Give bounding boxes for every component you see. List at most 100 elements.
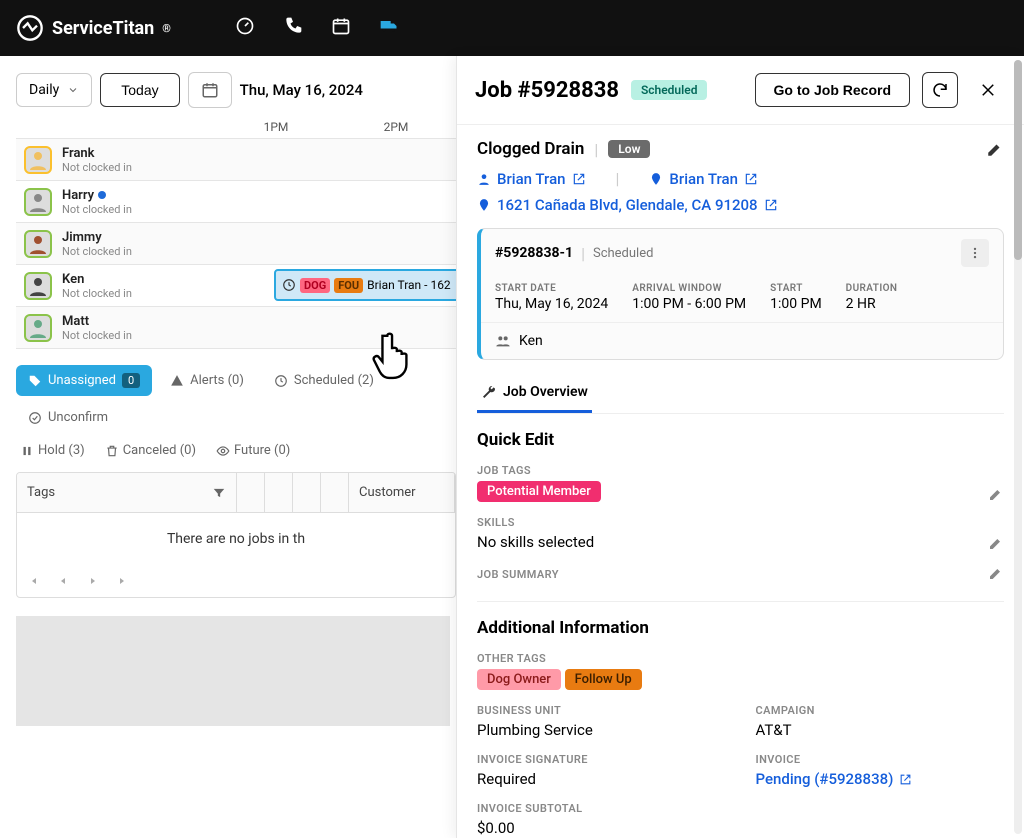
th-col[interactable] (321, 473, 349, 512)
page-prev-icon[interactable] (57, 575, 69, 587)
pause-icon (20, 444, 34, 458)
page-first-icon[interactable] (27, 575, 39, 587)
th-col[interactable] (237, 473, 265, 512)
external-link-icon (744, 172, 758, 186)
eye-icon (216, 444, 230, 458)
additional-info-title: Additional Information (477, 618, 1004, 638)
wrench-icon (481, 384, 497, 400)
calendar-icon (201, 81, 219, 99)
tech-row: JimmyNot clocked in (16, 223, 456, 265)
avatar (24, 230, 52, 258)
pin-icon (649, 172, 663, 186)
status-badge: Scheduled (631, 80, 708, 100)
close-button[interactable] (970, 72, 1006, 108)
pencil-icon[interactable] (986, 140, 1004, 158)
logo: ServiceTitan® (16, 14, 171, 42)
pencil-icon[interactable] (988, 565, 1004, 581)
tech-row: HarryNot clocked in (16, 181, 456, 223)
address-link[interactable]: 1621 Cañada Blvd, Glendale, CA 91208 (477, 196, 1004, 214)
people-icon (495, 333, 511, 349)
clock-icon (274, 374, 288, 388)
technician-rows: FrankNot clocked in HarryNot clocked in … (16, 138, 456, 349)
alert-icon (170, 374, 184, 388)
page-next-icon[interactable] (87, 575, 99, 587)
date-picker[interactable] (188, 72, 232, 108)
chevron-down-icon (67, 84, 79, 96)
job-panel: Job #5928838 Scheduled Go to Job Record … (456, 56, 1024, 838)
tag-potential-member: Potential Member (477, 481, 601, 502)
filter-alerts[interactable]: Alerts (0) (158, 365, 256, 396)
location-link[interactable]: Brian Tran (649, 169, 758, 188)
schedule-card: #5928838-1 | Scheduled START DATEThu, Ma… (477, 228, 1004, 360)
pencil-icon[interactable] (988, 486, 1004, 502)
tag-follow-up: Follow Up (565, 669, 642, 690)
today-button[interactable]: Today (100, 73, 179, 107)
avatar (24, 314, 52, 342)
avatar (24, 146, 52, 174)
tag-icon (28, 374, 42, 388)
status-dot (98, 191, 106, 199)
tab-overview[interactable]: Job Overview (477, 374, 592, 413)
dots-vertical-icon (968, 246, 982, 260)
th-col[interactable] (265, 473, 293, 512)
th-col[interactable] (293, 473, 321, 512)
table-empty: There are no jobs in th (17, 513, 455, 565)
view-select[interactable]: Daily (16, 73, 92, 107)
subfilter-row: Hold (3) Canceled (0) Future (0) (16, 443, 456, 458)
filter-hold[interactable]: Hold (3) (20, 443, 85, 458)
filter-scheduled[interactable]: Scheduled (2) (262, 365, 386, 396)
ad-placeholder (16, 616, 450, 726)
truck-icon[interactable] (379, 16, 399, 40)
tag-dog-owner: Dog Owner (477, 669, 561, 690)
trash-icon (105, 444, 119, 458)
panel-scrollbar[interactable] (1014, 60, 1022, 834)
person-icon (477, 172, 491, 186)
external-link-icon (899, 773, 912, 786)
pencil-icon[interactable] (988, 535, 1004, 551)
chip-fou: FOU (334, 278, 363, 293)
tech-row: KenNot clocked in DOG FOU Brian Tran - 1… (16, 265, 456, 307)
pager (17, 565, 455, 597)
page-last-icon[interactable] (117, 575, 129, 587)
chip-dog: DOG (300, 278, 330, 293)
avatar (24, 272, 52, 300)
assignee-row: Ken (481, 322, 1003, 359)
go-to-record-button[interactable]: Go to Job Record (755, 73, 910, 107)
panel-title: Job #5928838 (475, 78, 619, 103)
calendar-icon[interactable] (331, 16, 351, 40)
appointment-menu[interactable] (961, 239, 989, 267)
filter-canceled[interactable]: Canceled (0) (105, 443, 196, 458)
job-type: Clogged Drain (477, 139, 584, 159)
check-circle-icon (28, 411, 42, 425)
schedule-area: Daily Today Thu, May 16, 2024 1PM 2PM Fr… (0, 56, 456, 838)
filter-unassigned[interactable]: Unassigned 0 (16, 365, 152, 396)
pin-icon (477, 198, 491, 212)
topbar: ServiceTitan® (0, 0, 1024, 56)
filter-icon (212, 486, 226, 500)
phone-icon[interactable] (283, 16, 303, 40)
gauge-icon[interactable] (235, 16, 255, 40)
jobs-table: Tags Customer There are no jobs in th (16, 472, 456, 598)
th-customer[interactable]: Customer (349, 473, 455, 512)
refresh-button[interactable] (922, 72, 958, 108)
appointment-id: #5928838-1 (495, 245, 573, 261)
clock-icon (282, 278, 296, 292)
external-link-icon (764, 198, 778, 212)
invoice-link[interactable]: Pending (#5928838) (756, 770, 913, 788)
quick-edit-title: Quick Edit (477, 430, 1004, 450)
refresh-icon (931, 81, 949, 99)
panel-header: Job #5928838 Scheduled Go to Job Record (457, 56, 1024, 125)
brand-text: ServiceTitan (52, 18, 154, 39)
filter-future[interactable]: Future (0) (216, 443, 290, 458)
timeline-header: 1PM 2PM (16, 120, 456, 134)
customer-link[interactable]: Brian Tran (477, 169, 586, 188)
external-link-icon (572, 172, 586, 186)
th-tags[interactable]: Tags (17, 473, 237, 512)
filter-unconfirmed[interactable]: Unconfirm (16, 402, 120, 433)
filter-tabs: Unassigned 0 Alerts (0) Scheduled (2) Un… (16, 365, 456, 433)
tech-row: MattNot clocked in (16, 307, 456, 349)
logo-icon (16, 14, 44, 42)
priority-badge: Low (608, 140, 650, 158)
job-block[interactable]: DOG FOU Brian Tran - 162 (274, 269, 456, 301)
current-date: Thu, May 16, 2024 (240, 81, 363, 99)
